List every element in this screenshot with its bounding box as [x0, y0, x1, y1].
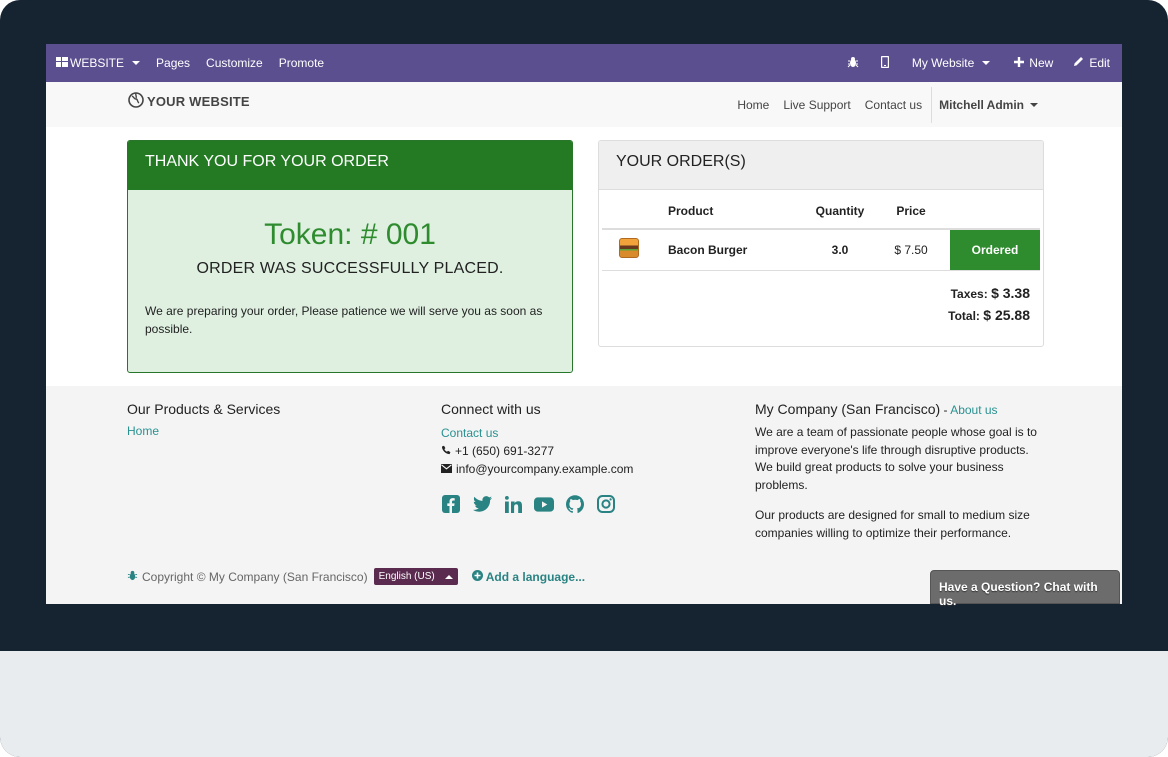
price-column-header: Price	[872, 193, 950, 230]
footer-about-paragraph-1: We are a team of passionate people whose…	[755, 425, 1037, 492]
footer-products-title: Our Products & Services	[127, 401, 281, 417]
plus-icon	[1014, 56, 1025, 70]
total-value: $ 25.88	[983, 307, 1030, 323]
website-menu[interactable]: WEBSITE	[48, 44, 148, 82]
product-quantity: 3.0	[808, 229, 872, 271]
image-column-header	[602, 193, 668, 230]
envelope-icon	[441, 460, 452, 478]
footer-company-separator: -	[940, 403, 951, 417]
footer-home-link[interactable]: Home	[127, 424, 407, 438]
order-message: We are preparing your order, Please pati…	[145, 304, 543, 336]
order-status-badge: Ordered	[950, 229, 1040, 271]
debug-button[interactable]	[836, 44, 870, 82]
footer-phone-text: +1 (650) 691-3277	[455, 444, 555, 458]
taxes-line: Taxes: $ 3.38	[948, 283, 1030, 305]
nav-home[interactable]: Home	[730, 98, 776, 112]
youtube-icon[interactable]	[534, 494, 554, 514]
footer-products-column: Our Products & Services Home	[127, 401, 407, 438]
chevron-down-icon	[132, 61, 141, 65]
website-menu-label: WEBSITE	[70, 56, 125, 70]
twitter-icon[interactable]	[472, 494, 492, 514]
product-name: Bacon Burger	[668, 229, 808, 271]
customize-menu[interactable]: Customize	[198, 44, 271, 82]
linkedin-icon[interactable]	[503, 494, 523, 514]
admin-bar: WEBSITE Pages Customize Promote My Websi…	[46, 44, 1122, 82]
footer-email-text: info@yourcompany.example.com	[456, 462, 634, 476]
promote-menu[interactable]: Promote	[271, 44, 332, 82]
footer-company-column: My Company (San Francisco) - About us We…	[755, 401, 1047, 542]
live-chat-button[interactable]: Have a Question? Chat with us.	[930, 570, 1120, 608]
mobile-preview-button[interactable]	[870, 44, 900, 82]
copyright-bar: Copyright © My Company (San Francisco) E…	[127, 568, 585, 585]
bug-icon	[127, 570, 138, 584]
footer-phone: +1 (650) 691-3277	[441, 442, 721, 460]
chevron-down-icon	[982, 61, 991, 65]
facebook-icon[interactable]	[441, 494, 461, 514]
main-nav: Home Live Support Contact us Mitchell Ad…	[730, 82, 1038, 127]
product-image-cell	[602, 229, 668, 271]
quantity-column-header: Quantity	[808, 193, 872, 230]
phone-icon	[441, 442, 451, 460]
burger-image	[619, 238, 639, 259]
instagram-icon[interactable]	[596, 494, 616, 514]
plus-circle-icon	[471, 569, 483, 584]
orders-table-header: Product Quantity Price	[602, 193, 1040, 230]
github-icon[interactable]	[565, 494, 585, 514]
site-selector-label: My Website	[911, 56, 975, 70]
edit-button[interactable]: Edit	[1065, 44, 1118, 82]
device-base	[0, 651, 1168, 757]
globe-icon	[128, 92, 144, 111]
thank-you-card: THANK YOU FOR YOUR ORDER Token: # 001 OR…	[127, 140, 573, 373]
new-button[interactable]: New	[1002, 44, 1065, 82]
thank-you-title: THANK YOU FOR YOUR ORDER	[128, 141, 572, 190]
order-token: Token: # 001	[264, 218, 436, 251]
nav-contact-us[interactable]: Contact us	[858, 98, 929, 112]
total-line: Total: $ 25.88	[948, 305, 1030, 327]
copyright-text: Copyright © My Company (San Francisco)	[142, 569, 368, 584]
product-column-header: Product	[668, 193, 808, 230]
user-menu[interactable]: Mitchell Admin	[932, 98, 1038, 112]
bug-icon	[847, 56, 859, 71]
pencil-icon	[1073, 56, 1084, 70]
site-header: YOUR WEBSITE Home Live Support Contact u…	[46, 82, 1122, 127]
footer-email: info@yourcompany.example.com	[441, 460, 721, 478]
orders-title: YOUR ORDER(S)	[599, 141, 1043, 190]
taxes-label: Taxes:	[950, 287, 988, 301]
footer-connect-title: Connect with us	[441, 401, 541, 417]
site-selector[interactable]: My Website	[900, 44, 1002, 82]
table-row: Bacon Burger 3.0 $ 7.50 Ordered	[602, 229, 1040, 271]
orders-table: Product Quantity Price Bacon Burger 3.0 …	[602, 193, 1040, 271]
edit-label: Edit	[1089, 56, 1110, 70]
chevron-up-icon	[444, 574, 453, 579]
footer-about-link[interactable]: About us	[950, 403, 997, 417]
status-column-header	[950, 193, 1040, 230]
footer-about-paragraph-2: Our products are designed for small to m…	[755, 508, 1030, 540]
product-price: $ 7.50	[872, 229, 950, 271]
footer-company-title: My Company (San Francisco)	[755, 401, 941, 417]
footer-company-heading: My Company (San Francisco) - About us	[755, 401, 1047, 417]
add-language-link[interactable]: Add a language...	[471, 569, 586, 584]
user-name: Mitchell Admin	[939, 97, 1024, 112]
site-logo[interactable]: YOUR WEBSITE	[128, 92, 250, 111]
taxes-value: $ 3.38	[991, 285, 1030, 301]
browser-screen: WEBSITE Pages Customize Promote My Websi…	[46, 44, 1122, 604]
social-links	[441, 494, 721, 514]
logo-text: YOUR WEBSITE	[147, 94, 250, 109]
nav-live-support[interactable]: Live Support	[776, 98, 857, 112]
mobile-icon	[880, 55, 890, 71]
apps-grid-icon	[56, 56, 68, 70]
footer-connect-column: Connect with us Contact us +1 (650) 691-…	[441, 401, 721, 514]
total-label: Total:	[948, 309, 980, 323]
add-language-label: Add a language...	[485, 569, 586, 584]
footer-contact-link[interactable]: Contact us	[441, 424, 721, 442]
order-totals: Taxes: $ 3.38 Total: $ 25.88	[948, 283, 1030, 327]
new-label: New	[1029, 56, 1054, 70]
chevron-down-icon	[1030, 102, 1038, 107]
orders-card: YOUR ORDER(S) Product Quantity Price Bac…	[598, 140, 1044, 347]
order-status-text: ORDER WAS SUCCESSFULLY PLACED.	[196, 260, 504, 277]
language-selector[interactable]: English (US)	[373, 568, 458, 585]
pages-menu[interactable]: Pages	[148, 44, 198, 82]
language-label: English (US)	[378, 571, 435, 582]
